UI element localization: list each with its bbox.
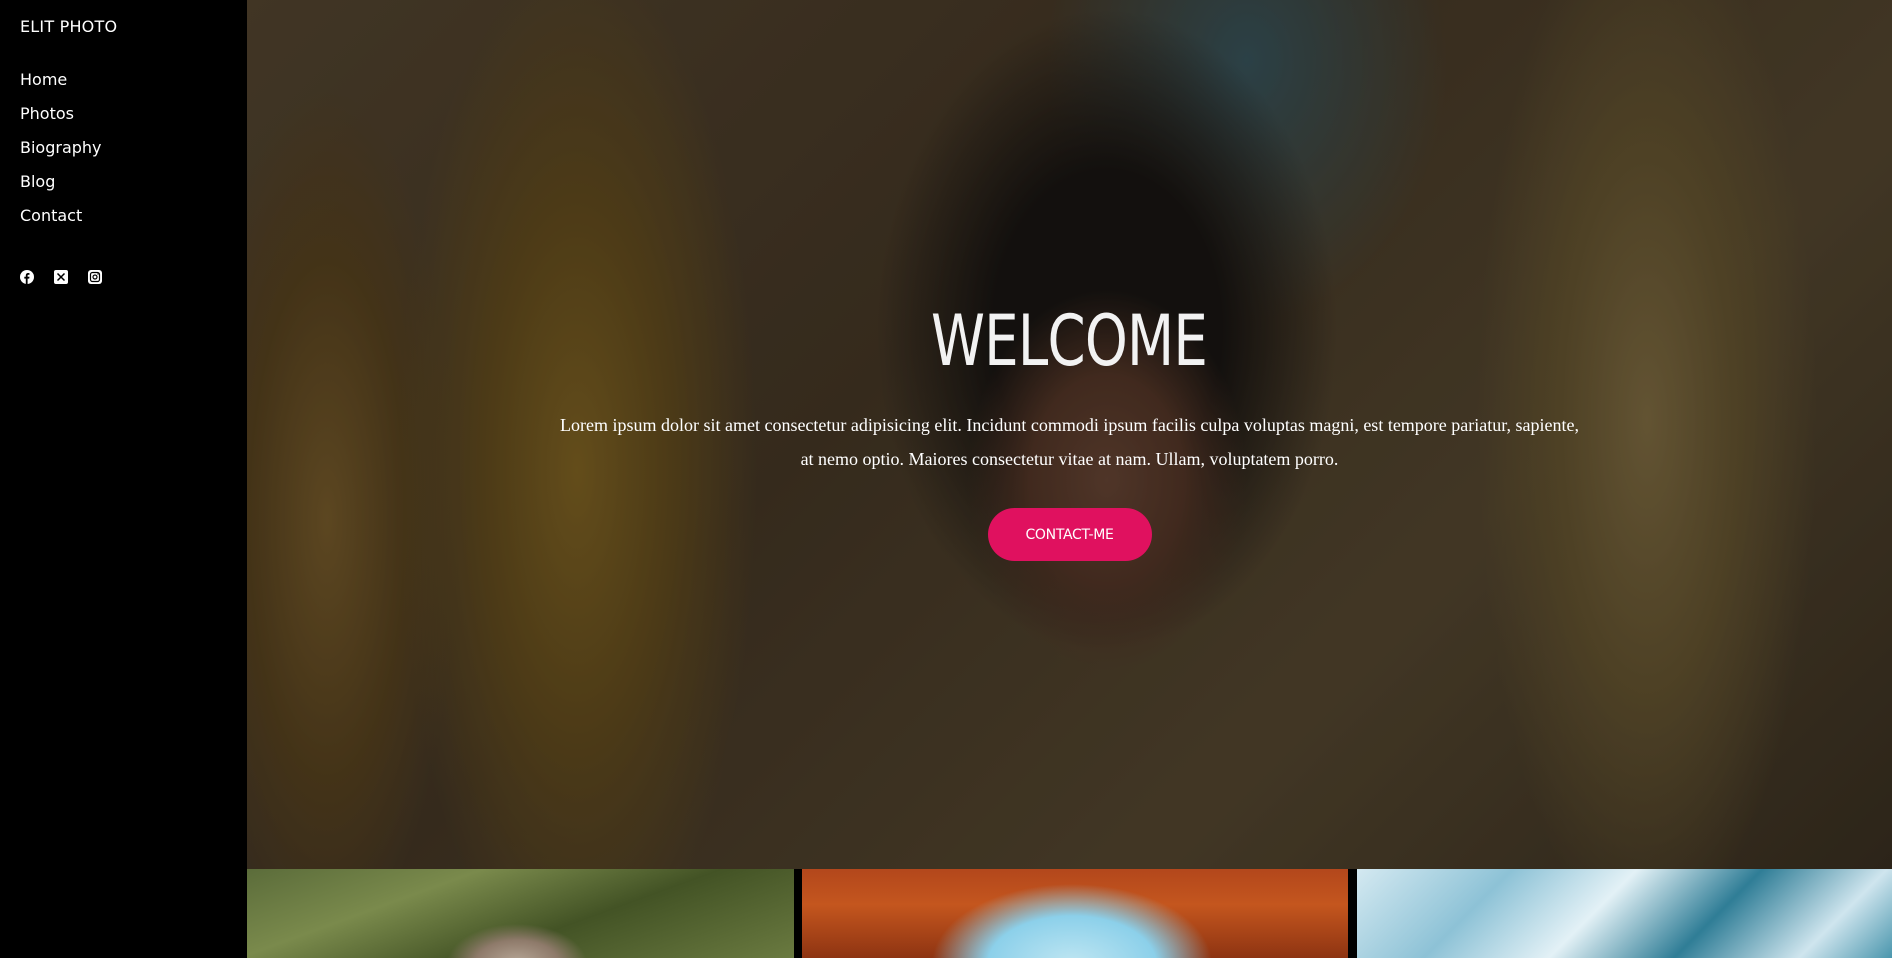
hero-description: Lorem ipsum dolor sit amet consectetur a… [559, 415, 1580, 469]
contact-me-button[interactable]: CONTACT-ME [987, 508, 1152, 561]
nav-link-biography[interactable]: Biography [20, 138, 102, 157]
nav-link-home[interactable]: Home [20, 70, 67, 89]
x-twitter-icon[interactable] [54, 269, 68, 284]
nav-link-photos[interactable]: Photos [20, 104, 74, 123]
thumbnail-ice-photo[interactable] [1357, 869, 1892, 958]
nav-link-contact[interactable]: Contact [20, 206, 82, 225]
hero-content: WELCOME Lorem ipsum dolor sit amet conse… [247, 0, 1892, 869]
nav-link-blog[interactable]: Blog [20, 172, 55, 191]
social-links [20, 269, 227, 284]
instagram-icon[interactable] [88, 269, 102, 284]
nav-item-home: Home [20, 62, 227, 96]
hero-title: WELCOME [931, 300, 1208, 382]
facebook-icon[interactable] [20, 269, 34, 284]
photo-thumbnails [247, 869, 1892, 958]
nav-item-blog: Blog [20, 164, 227, 198]
nav-item-biography: Biography [20, 130, 227, 164]
main-nav: Home Photos Biography Blog Contact [20, 62, 227, 232]
site-logo[interactable]: ELIT PHOTO [20, 17, 227, 36]
nav-item-contact: Contact [20, 198, 227, 232]
thumbnail-arch-photo[interactable] [802, 869, 1348, 958]
sidebar: ELIT PHOTO Home Photos Biography Blog Co… [0, 0, 247, 958]
hero-section: WELCOME Lorem ipsum dolor sit amet conse… [247, 0, 1892, 869]
nav-item-photos: Photos [20, 96, 227, 130]
thumbnail-plants-photo[interactable] [247, 869, 794, 958]
